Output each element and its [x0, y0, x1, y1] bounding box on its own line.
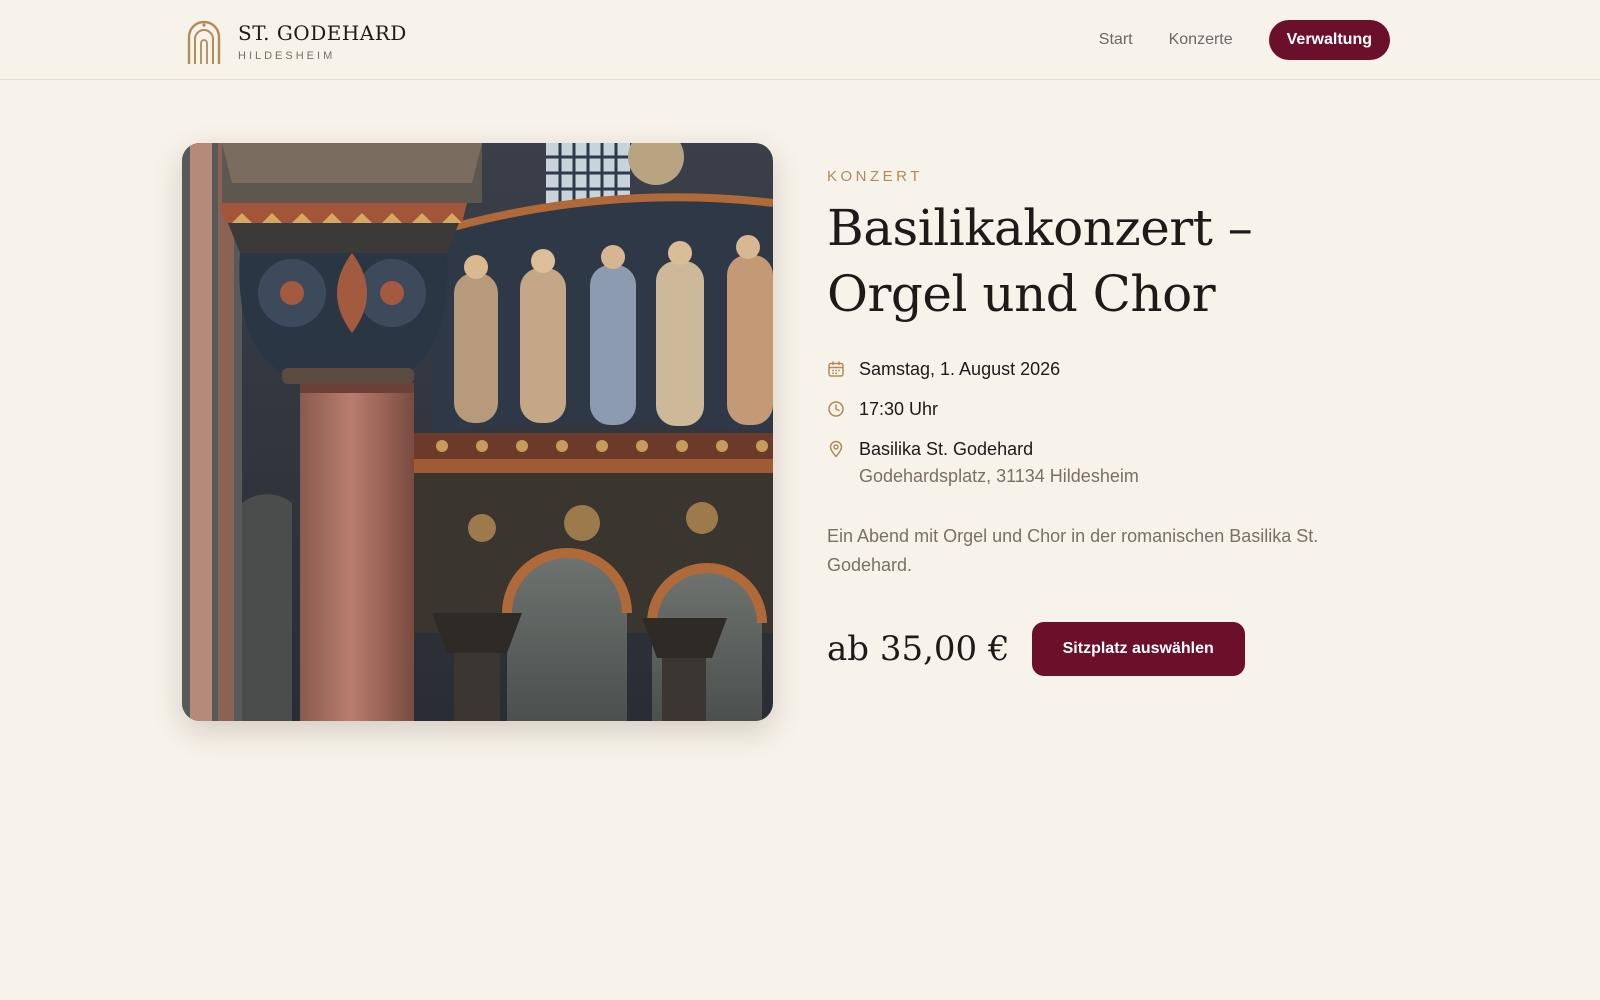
clock-icon	[828, 401, 844, 417]
event-date-row: Samstag, 1. August 2026	[827, 357, 1387, 381]
basilica-interior-image	[182, 143, 773, 721]
admin-button[interactable]: Verwaltung	[1268, 20, 1390, 60]
event-date: Samstag, 1. August 2026	[859, 359, 1061, 379]
event-details: KONZERT Basilikakonzert – Orgel und Chor…	[827, 168, 1387, 676]
event-meta: Samstag, 1. August 2026 17:30 Uhr Basili…	[827, 357, 1387, 488]
event-title: Basilikakonzert – Orgel und Chor	[827, 199, 1253, 323]
purchase-row: ab 35,00 € Sitzplatz auswählen	[827, 622, 1387, 676]
calendar-icon	[828, 361, 844, 377]
brand-city: HILDESHEIM	[238, 50, 336, 62]
brand-home-link[interactable]: ST. GODEHARD HILDESHEIM	[186, 18, 407, 66]
nav-link-start[interactable]: Start	[1099, 31, 1133, 49]
brand-name: ST. GODEHARD	[238, 21, 407, 45]
event-image	[182, 143, 773, 721]
event-venue: Basilika St. Godehard	[859, 439, 1034, 459]
event-time: 17:30 Uhr	[859, 399, 939, 419]
brand-text: ST. GODEHARD HILDESHEIM	[238, 22, 407, 62]
event-time-row: 17:30 Uhr	[827, 397, 1387, 421]
event-venue-block: Basilika St. Godehard Godehardsplatz, 31…	[859, 437, 1139, 488]
site-header: ST. GODEHARD HILDESHEIM Start Konzerte V…	[0, 0, 1600, 80]
event-address: Godehardsplatz, 31134 Hildesheim	[859, 466, 1139, 486]
event-category: KONZERT	[827, 168, 923, 185]
main-nav: Start Konzerte Verwaltung	[1099, 20, 1390, 60]
select-seat-button[interactable]: Sitzplatz auswählen	[1031, 622, 1245, 676]
nav-link-konzerte[interactable]: Konzerte	[1169, 31, 1233, 49]
event-description: Ein Abend mit Orgel und Chor in der roma…	[827, 526, 1319, 575]
map-pin-icon	[829, 440, 843, 458]
event-price: ab 35,00 €	[827, 629, 1010, 669]
event-venue-row: Basilika St. Godehard Godehardsplatz, 31…	[827, 437, 1387, 488]
arch-logo-icon	[187, 20, 221, 64]
